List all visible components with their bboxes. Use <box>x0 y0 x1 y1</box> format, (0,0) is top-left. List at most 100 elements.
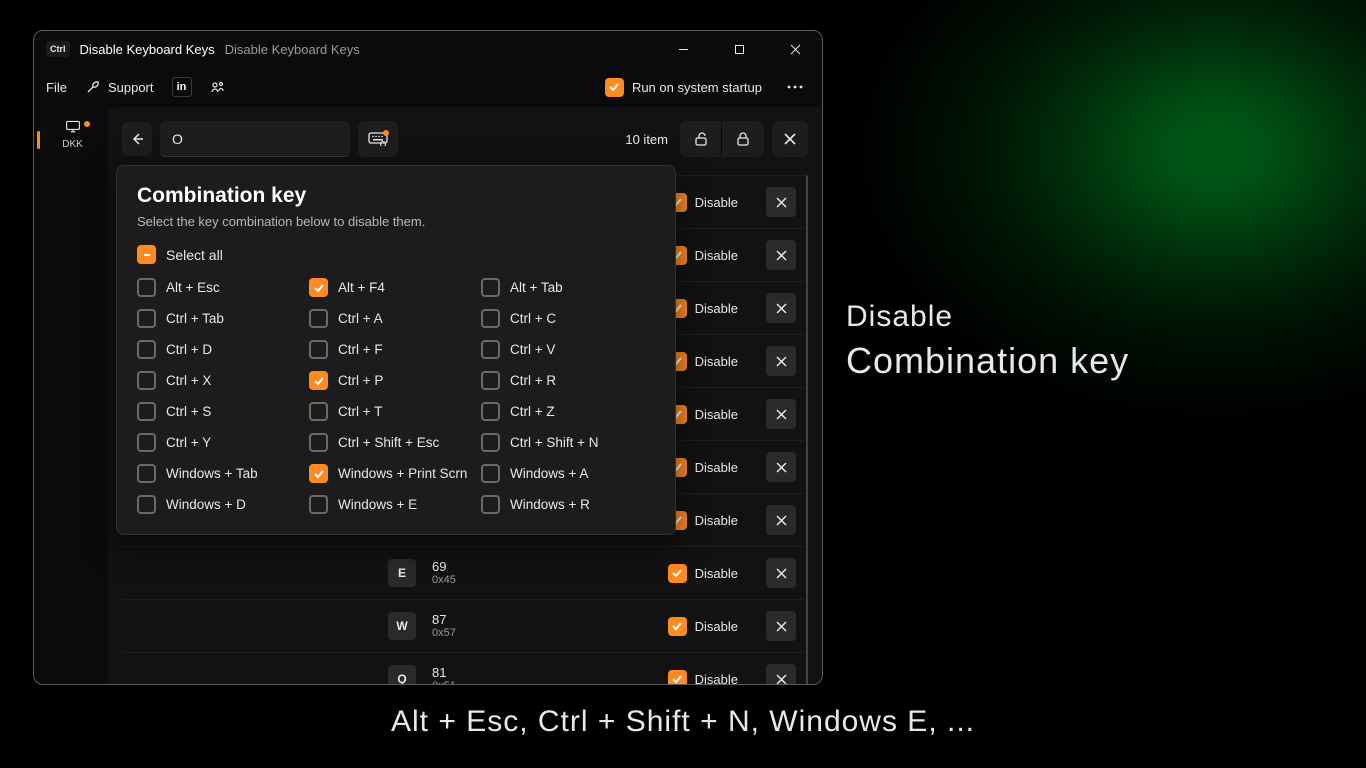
row-close-button[interactable] <box>766 293 796 323</box>
checkbox-unchecked-icon <box>309 495 328 514</box>
disable-toggle[interactable]: Disable <box>668 352 738 371</box>
close-button[interactable] <box>772 33 818 65</box>
main-panel: O 10 item <box>108 107 822 684</box>
combo-item[interactable]: Alt + Tab <box>481 278 653 297</box>
menu-share[interactable] <box>210 79 226 95</box>
checkbox-unchecked-icon <box>309 433 328 452</box>
combo-item[interactable]: Ctrl + Shift + N <box>481 433 653 452</box>
lock-toggle-group <box>680 121 764 157</box>
combo-item[interactable]: Windows + R <box>481 495 653 514</box>
row-close-button[interactable] <box>766 505 796 535</box>
disable-toggle[interactable]: Disable <box>668 617 738 636</box>
minimize-button[interactable] <box>660 33 706 65</box>
checkbox-indeterminate-icon <box>137 245 156 264</box>
menu-support-label: Support <box>108 80 154 95</box>
combo-item[interactable]: Ctrl + A <box>309 309 481 328</box>
combo-item[interactable]: Ctrl + P <box>309 371 481 390</box>
back-button[interactable] <box>122 122 152 156</box>
combo-item[interactable]: Windows + D <box>137 495 309 514</box>
menu-support[interactable]: Support <box>85 79 154 95</box>
disable-toggle[interactable]: Disable <box>668 193 738 212</box>
combo-label: Ctrl + Shift + N <box>510 435 599 450</box>
row-close-button[interactable] <box>766 452 796 482</box>
row-close-button[interactable] <box>766 611 796 641</box>
key-hex: 0x57 <box>432 627 522 640</box>
row-close-button[interactable] <box>766 399 796 429</box>
checkbox-unchecked-icon <box>137 371 156 390</box>
clear-button[interactable] <box>772 121 808 157</box>
combo-item[interactable]: Ctrl + D <box>137 340 309 359</box>
marketing-bottom-text: Alt + Esc, Ctrl + Shift + N, Windows E, … <box>0 705 1366 739</box>
disable-toggle[interactable]: Disable <box>668 458 738 477</box>
sidebar-item-label: DKK <box>62 139 83 150</box>
side-line1: Disable <box>846 300 1129 334</box>
key-info: 870x57 <box>432 612 522 641</box>
combo-item[interactable]: Windows + Print Scrn <box>309 464 481 483</box>
combo-item[interactable]: Ctrl + S <box>137 402 309 421</box>
more-button[interactable] <box>780 72 810 102</box>
row-close-button[interactable] <box>766 240 796 270</box>
combo-label: Alt + F4 <box>338 280 385 295</box>
key-hex: 0x45 <box>432 574 522 587</box>
key-hex: 0x51 <box>432 680 522 685</box>
row-close-button[interactable] <box>766 558 796 588</box>
row-close-button[interactable] <box>766 664 796 685</box>
combo-item[interactable]: Ctrl + C <box>481 309 653 328</box>
combo-item[interactable]: Ctrl + Z <box>481 402 653 421</box>
search-input[interactable]: O <box>160 121 350 157</box>
row-close-button[interactable] <box>766 187 796 217</box>
disable-toggle[interactable]: Disable <box>668 670 738 686</box>
combo-item[interactable]: Alt + F4 <box>309 278 481 297</box>
combo-item[interactable]: Ctrl + R <box>481 371 653 390</box>
checkbox-unchecked-icon <box>481 402 500 421</box>
checkbox-unchecked-icon <box>137 278 156 297</box>
keycap: Q <box>388 665 416 685</box>
checkbox-unchecked-icon <box>137 495 156 514</box>
combo-item[interactable]: Windows + Tab <box>137 464 309 483</box>
combo-label: Ctrl + D <box>166 342 212 357</box>
search-value: O <box>172 131 183 147</box>
checkbox-unchecked-icon <box>309 340 328 359</box>
combo-item[interactable]: Ctrl + Y <box>137 433 309 452</box>
marketing-side-text: Disable Combination key <box>846 300 1129 382</box>
maximize-button[interactable] <box>716 33 762 65</box>
table-row: E690x45Disable <box>122 547 804 600</box>
checkbox-unchecked-icon <box>481 278 500 297</box>
lock-button[interactable] <box>722 121 764 157</box>
checkbox-checked-icon <box>309 464 328 483</box>
checkbox-unchecked-icon <box>137 433 156 452</box>
combo-label: Windows + D <box>166 497 246 512</box>
run-on-startup-label: Run on system startup <box>632 80 762 95</box>
disable-toggle[interactable]: Disable <box>668 246 738 265</box>
row-close-button[interactable] <box>766 346 796 376</box>
disable-label: Disable <box>695 672 738 686</box>
combo-label: Windows + E <box>338 497 417 512</box>
linkedin-icon[interactable]: in <box>172 77 192 97</box>
combo-item[interactable]: Ctrl + Shift + Esc <box>309 433 481 452</box>
combo-item[interactable]: Windows + A <box>481 464 653 483</box>
menu-file[interactable]: File <box>46 80 67 95</box>
checkbox-unchecked-icon <box>137 340 156 359</box>
combo-label: Ctrl + Tab <box>166 311 224 326</box>
combo-label: Ctrl + R <box>510 373 556 388</box>
combo-item[interactable]: Ctrl + X <box>137 371 309 390</box>
run-on-startup-toggle[interactable]: Run on system startup <box>605 78 762 97</box>
select-all-toggle[interactable]: Select all <box>137 245 655 264</box>
keyboard-settings-button[interactable] <box>358 121 398 157</box>
combo-label: Alt + Esc <box>166 280 220 295</box>
combo-item[interactable]: Ctrl + V <box>481 340 653 359</box>
disable-label: Disable <box>695 248 738 263</box>
disable-toggle[interactable]: Disable <box>668 405 738 424</box>
unlock-button[interactable] <box>680 121 722 157</box>
combo-item[interactable]: Alt + Esc <box>137 278 309 297</box>
combo-item[interactable]: Ctrl + Tab <box>137 309 309 328</box>
app-window: Ctrl Disable Keyboard Keys Disable Keybo… <box>33 30 823 685</box>
sidebar-item-dkk[interactable]: DKK <box>37 119 108 150</box>
disable-toggle[interactable]: Disable <box>668 564 738 583</box>
disable-toggle[interactable]: Disable <box>668 299 738 318</box>
combo-item[interactable]: Ctrl + T <box>309 402 481 421</box>
combo-item[interactable]: Ctrl + F <box>309 340 481 359</box>
combo-label: Ctrl + A <box>338 311 383 326</box>
disable-toggle[interactable]: Disable <box>668 511 738 530</box>
combo-item[interactable]: Windows + E <box>309 495 481 514</box>
